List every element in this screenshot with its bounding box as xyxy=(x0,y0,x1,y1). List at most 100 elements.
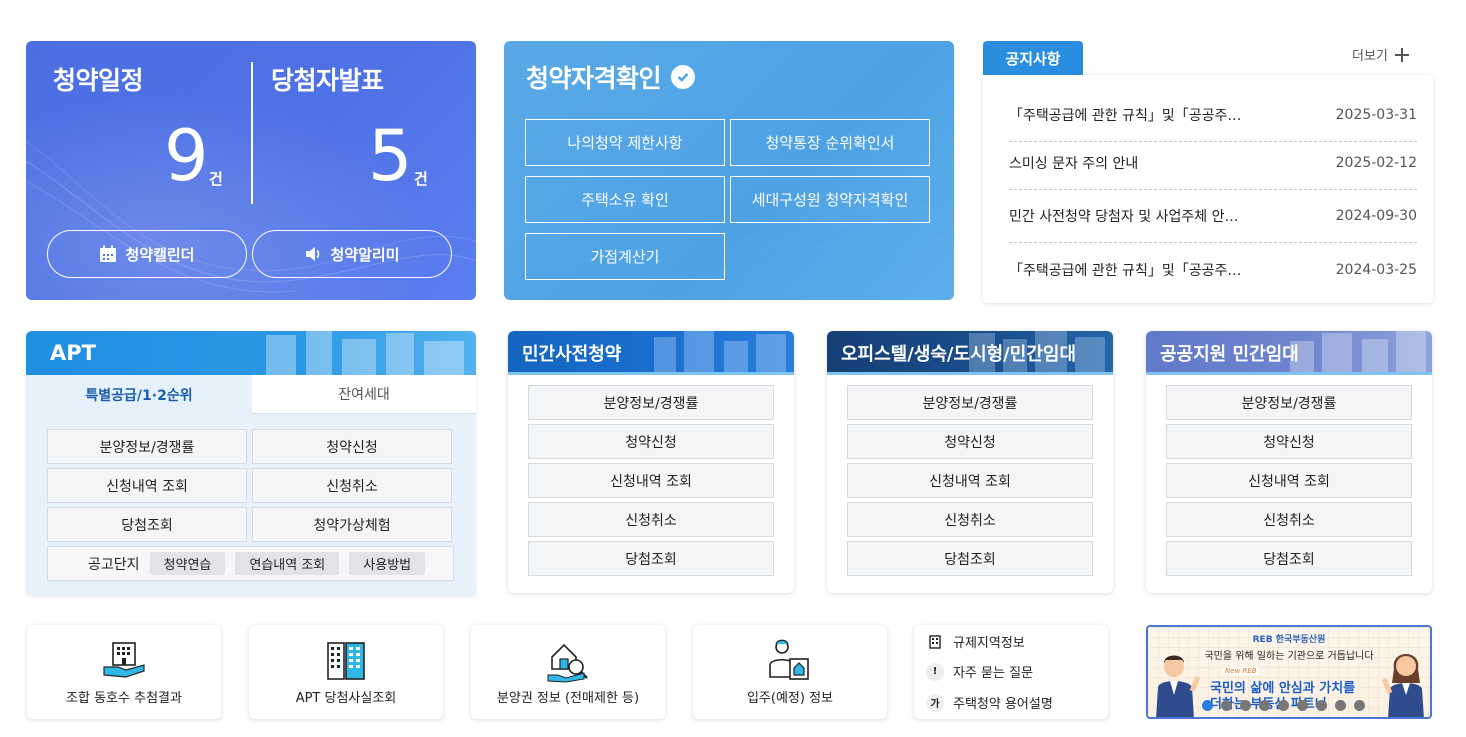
usage-guide-chip[interactable]: 사용방법 xyxy=(349,552,426,575)
winners-unit: 건 xyxy=(414,170,428,188)
notice-list: 「주택공급에 관한 규칙」및「공공주… 2025-03-31 스미싱 문자 주의… xyxy=(983,75,1433,303)
officetel-sale-info-button[interactable]: 분양정보/경쟁률 xyxy=(847,385,1093,420)
notice-item-date: 2024-03-25 xyxy=(1335,261,1417,278)
officetel-winner-button[interactable]: 당첨조회 xyxy=(847,541,1093,576)
presale-rights-label: 분양권 정보 (전매제한 등) xyxy=(496,691,640,706)
eligibility-title: 청약자격확인 xyxy=(526,59,696,95)
officetel-apply-button[interactable]: 청약신청 xyxy=(847,424,1093,459)
house-ownership-button[interactable]: 주택소유 확인 xyxy=(525,176,725,223)
alarm-button[interactable]: 청약알리미 xyxy=(252,230,452,278)
header-bar xyxy=(1146,372,1432,375)
account-rank-button[interactable]: 청약통장 순위확인서 xyxy=(730,119,930,166)
apt-apply-button[interactable]: 청약신청 xyxy=(252,429,452,464)
apt-header: APT xyxy=(26,331,476,375)
side-links-card: 규제지역정보 ! 자주 묻는 질문 가 주택청약 용어설명 xyxy=(914,625,1108,719)
slide-dot[interactable] xyxy=(1202,700,1213,711)
notice-item-date: 2024-09-30 xyxy=(1335,208,1417,224)
notice-tab[interactable]: 공지사항 xyxy=(983,41,1083,75)
slide-dot[interactable] xyxy=(1259,700,1270,711)
banner-badge: New REB xyxy=(1222,667,1260,675)
apt-sale-info-button[interactable]: 분양정보/경쟁률 xyxy=(47,429,247,464)
more-link[interactable]: 더보기 xyxy=(1352,45,1410,64)
winners-count[interactable]: 5 xyxy=(368,121,413,191)
presale-apply-button[interactable]: 청약신청 xyxy=(528,424,774,459)
slide-dot[interactable] xyxy=(1297,700,1308,711)
calendar-button[interactable]: 청약캘린더 xyxy=(47,230,247,278)
notice-item-date: 2025-02-12 xyxy=(1335,155,1417,171)
header-bar xyxy=(827,372,1113,375)
slide-dot[interactable] xyxy=(1240,700,1251,711)
notice-item[interactable]: 민간 사전청약 당첨자 및 사업주체 안… 2024-09-30 xyxy=(1009,190,1417,243)
apt-winner-button[interactable]: 당첨조회 xyxy=(47,507,247,542)
apt-winner-check-card[interactable]: APT 당첨사실조회 xyxy=(249,625,443,719)
presale-sale-info-button[interactable]: 분양정보/경쟁률 xyxy=(528,385,774,420)
glossary-label: 주택청약 용어설명 xyxy=(953,697,1053,712)
building-silhouette xyxy=(654,331,786,375)
apt-history-button[interactable]: 신청내역 조회 xyxy=(47,468,247,503)
woman-illustration xyxy=(1382,654,1424,717)
union-lottery-label: 조합 동호수 추첨결과 xyxy=(66,691,182,706)
slide-dot[interactable] xyxy=(1316,700,1327,711)
officetel-cancel-button[interactable]: 신청취소 xyxy=(847,502,1093,537)
promo-banner[interactable]: REB 한국부동산원 국민을 위해 일하는 기관으로 거듭납니다 New REB… xyxy=(1146,625,1432,719)
slide-dot[interactable] xyxy=(1335,700,1346,711)
score-calculator-button[interactable]: 가점계산기 xyxy=(525,233,725,280)
apt-cancel-button[interactable]: 신청취소 xyxy=(252,468,452,503)
officetel-card: 오피스텔/생숙/도시형/민간임대 분양정보/경쟁률 청약신청 신청내역 조회 신… xyxy=(827,331,1113,593)
alarm-button-label: 청약알리미 xyxy=(330,245,400,264)
plus-icon xyxy=(1394,47,1409,62)
tab-remaining-units[interactable]: 잔여세대 xyxy=(252,375,476,414)
presale-rights-card[interactable]: 분양권 정보 (전매제한 등) xyxy=(471,625,665,719)
officetel-history-button[interactable]: 신청내역 조회 xyxy=(847,463,1093,498)
notice-item-title: 「주택공급에 관한 규칙」및「공공주… xyxy=(1009,108,1242,124)
regulated-area-link[interactable]: 규제지역정보 xyxy=(926,632,1025,651)
building-icon xyxy=(926,633,944,651)
public-rental-header: 공공지원 민간임대 xyxy=(1146,331,1432,375)
faq-link[interactable]: ! 자주 묻는 질문 xyxy=(926,662,1033,681)
notice-item[interactable]: 「주택공급에 관한 규칙」및「공공주… 2025-03-31 xyxy=(1009,89,1417,142)
eligibility-card: 청약자격확인 나의청약 제한사항 청약통장 순위확인서 주택소유 확인 세대구성… xyxy=(504,41,954,300)
notice-item-title: 스미싱 문자 주의 안내 xyxy=(1009,156,1139,172)
presale-winner-button[interactable]: 당첨조회 xyxy=(528,541,774,576)
household-eligibility-button[interactable]: 세대구성원 청약자격확인 xyxy=(730,176,930,223)
slide-dot[interactable] xyxy=(1221,700,1232,711)
schedule-title: 청약일정 xyxy=(53,66,144,95)
notice-item-title: 「주택공급에 관한 규칙」및「공공주… xyxy=(1009,262,1242,279)
presale-card: 민간사전청약 분양정보/경쟁률 청약신청 신청내역 조회 신청취소 당첨조회 xyxy=(508,331,794,593)
schedule-count[interactable]: 9 xyxy=(164,121,209,191)
apt-card: APT 특별공급/1·2순위 잔여세대 분양정보/경쟁률 청약신청 신청내역 조… xyxy=(26,331,476,596)
person-house-icon xyxy=(769,639,809,680)
winners-title: 당첨자발표 xyxy=(271,66,384,95)
apt-winner-check-label: APT 당첨사실조회 xyxy=(295,691,397,706)
slide-dot[interactable] xyxy=(1278,700,1289,711)
slide-dot[interactable] xyxy=(1354,700,1365,711)
notice-item[interactable]: 「주택공급에 관한 규칙」및「공공주… 2024-03-25 xyxy=(1009,243,1417,296)
exclamation-icon: ! xyxy=(926,662,944,681)
my-restriction-button[interactable]: 나의청약 제한사항 xyxy=(525,119,725,166)
rental-history-button[interactable]: 신청내역 조회 xyxy=(1166,463,1412,498)
rental-winner-button[interactable]: 당첨조회 xyxy=(1166,541,1412,576)
rental-cancel-button[interactable]: 신청취소 xyxy=(1166,502,1412,537)
speaker-icon xyxy=(306,247,320,261)
regulated-area-label: 규제지역정보 xyxy=(953,636,1025,651)
notice-item-date: 2025-03-31 xyxy=(1335,107,1417,123)
apt-simulation-button[interactable]: 청약가상체험 xyxy=(252,507,452,542)
move-in-info-card[interactable]: 입주(예정) 정보 xyxy=(693,625,887,719)
slide-indicators xyxy=(1202,700,1365,711)
presale-cancel-button[interactable]: 신청취소 xyxy=(528,502,774,537)
tab-special-supply[interactable]: 특별공급/1·2순위 xyxy=(26,375,252,414)
calendar-icon xyxy=(100,245,117,262)
practice-chip[interactable]: 청약연습 xyxy=(149,552,226,575)
eligibility-title-text: 청약자격확인 xyxy=(526,64,662,93)
rental-apply-button[interactable]: 청약신청 xyxy=(1166,424,1412,459)
apartment-icon xyxy=(327,642,365,680)
man-illustration xyxy=(1156,655,1200,717)
notice-item-title: 민간 사전청약 당첨자 및 사업주체 안… xyxy=(1009,209,1239,225)
glossary-link[interactable]: 가 주택청약 용어설명 xyxy=(926,693,1053,712)
practice-history-chip[interactable]: 연습내역 조회 xyxy=(235,552,340,575)
glossary-icon: 가 xyxy=(926,693,944,712)
rental-sale-info-button[interactable]: 분양정보/경쟁률 xyxy=(1166,385,1412,420)
union-lottery-card[interactable]: 조합 동호수 추첨결과 xyxy=(27,625,221,719)
notice-item[interactable]: 스미싱 문자 주의 안내 2025-02-12 xyxy=(1009,137,1417,190)
presale-history-button[interactable]: 신청내역 조회 xyxy=(528,463,774,498)
